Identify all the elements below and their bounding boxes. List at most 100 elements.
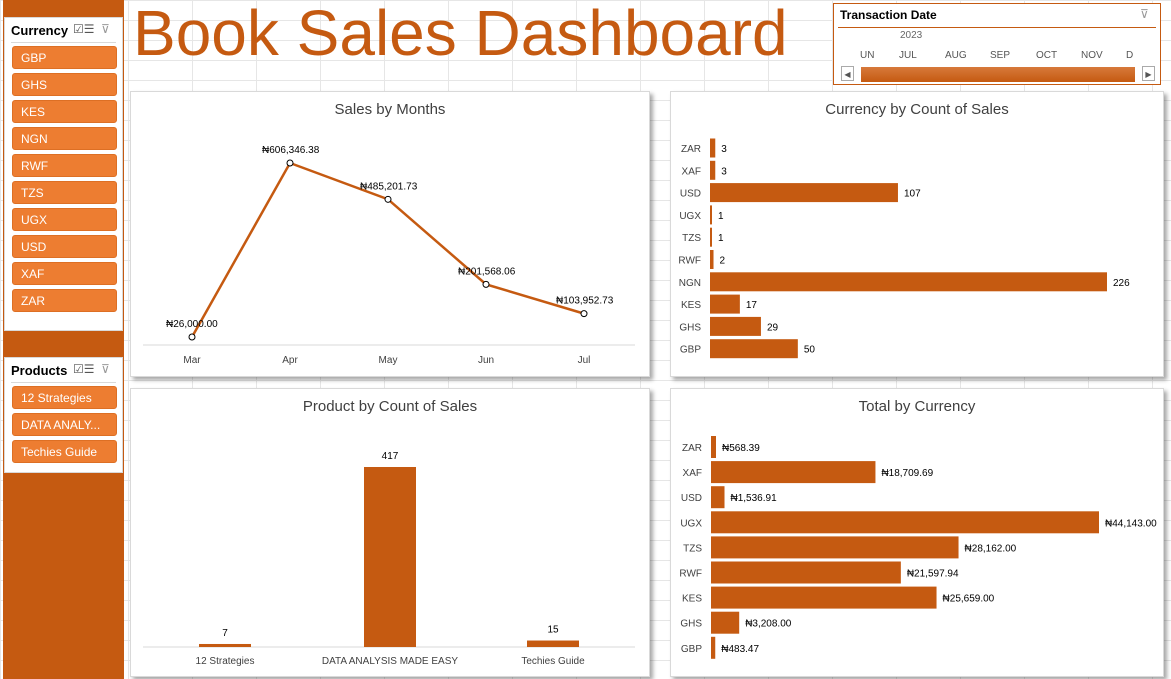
bar[interactable] — [199, 643, 251, 647]
y-tick-label: UGX — [680, 518, 702, 529]
multi-select-icon[interactable]: ☑☰ — [73, 22, 95, 36]
bar[interactable] — [711, 636, 716, 659]
slicer-button[interactable]: Techies Guide — [12, 440, 117, 463]
data-label: 417 — [382, 451, 399, 462]
bar[interactable] — [710, 138, 716, 158]
data-label: 1 — [718, 233, 724, 244]
slicer-button[interactable]: TZS — [12, 181, 117, 204]
y-tick-label: TZS — [682, 233, 701, 244]
bar[interactable] — [710, 272, 1107, 292]
bar[interactable] — [711, 611, 740, 634]
data-label: ₦25,659.00 — [943, 594, 995, 605]
timeline-month-label[interactable]: D — [1126, 50, 1133, 61]
bar[interactable] — [527, 640, 579, 647]
product-by-count-chart[interactable]: Product by Count of Sales 7 12 Strategies… — [130, 388, 650, 677]
x-tick-label: Apr — [282, 355, 298, 366]
data-label: ₦606,346.38 — [262, 145, 320, 156]
data-point[interactable] — [384, 195, 392, 203]
currency-slicer-title: Currency — [11, 23, 69, 38]
timeline-month-label[interactable]: OCT — [1036, 50, 1057, 61]
y-tick-label: GBP — [681, 644, 702, 655]
products-slicer-header: Products ☑☰ ⊽ — [11, 358, 116, 383]
bar[interactable] — [711, 461, 876, 484]
data-label: ₦44,143.00 — [1105, 518, 1157, 529]
bar[interactable] — [710, 183, 898, 203]
data-point[interactable] — [286, 159, 294, 167]
data-label: 7 — [222, 628, 228, 639]
timeline-month-label[interactable]: UN — [860, 50, 874, 61]
clear-filter-icon[interactable]: ⊽ — [101, 22, 117, 36]
bar[interactable] — [710, 250, 714, 269]
timeline-scroll-left-icon[interactable]: ◀ — [841, 66, 854, 81]
currency-by-count-chart[interactable]: Currency by Count of Sales ZAR 3 XAF 3 USD 10… — [670, 91, 1164, 377]
products-slicer-title: Products — [11, 363, 68, 378]
data-label: ₦568.39 — [722, 443, 760, 454]
products-slicer: Products ☑☰ ⊽ 12 Strategies DATA ANALY...… — [4, 357, 123, 473]
data-label: ₦26,000.00 — [166, 319, 218, 330]
y-tick-label: GHS — [680, 619, 702, 630]
slicer-button[interactable]: XAF — [12, 262, 117, 285]
x-tick-label: DATA ANALYSIS MADE EASY — [322, 656, 458, 667]
timeline-selection-bar[interactable] — [861, 67, 1135, 82]
bar[interactable] — [711, 586, 937, 609]
timeline-month-label[interactable]: JUL — [899, 50, 917, 61]
bar[interactable] — [710, 160, 716, 180]
data-label: ₦21,597.94 — [907, 569, 959, 580]
sales-by-months-chart[interactable]: Sales by Months ₦26,000.00 Mar ₦606,346.38… — [130, 91, 650, 377]
slicer-button[interactable]: NGN — [12, 127, 117, 150]
bar[interactable] — [710, 294, 740, 314]
clear-filter-icon[interactable]: ⊽ — [1140, 7, 1156, 21]
y-tick-label: USD — [680, 189, 701, 200]
slicer-button[interactable]: ZAR — [12, 289, 117, 312]
bar[interactable] — [364, 467, 416, 647]
timeline-scroll-right-icon[interactable]: ▶ — [1142, 66, 1155, 81]
data-label: ₦483.47 — [721, 644, 759, 655]
data-label: 29 — [767, 322, 779, 333]
x-tick-label: Jun — [478, 355, 494, 366]
data-point[interactable] — [580, 310, 588, 318]
clear-filter-icon[interactable]: ⊽ — [101, 362, 117, 376]
y-tick-label: ZAR — [682, 443, 702, 454]
bar[interactable] — [711, 486, 725, 509]
data-label: 17 — [746, 300, 758, 311]
slicer-button[interactable]: DATA ANALY... — [12, 413, 117, 436]
slicer-button[interactable]: GBP — [12, 46, 117, 69]
data-point[interactable] — [188, 333, 196, 341]
data-label: ₦103,952.73 — [556, 296, 614, 307]
dashboard-title: Book Sales Dashboard — [133, 0, 788, 69]
slicer-button[interactable]: UGX — [12, 208, 117, 231]
data-label: ₦1,536.91 — [731, 493, 778, 504]
y-tick-label: UGX — [679, 211, 701, 222]
bar[interactable] — [711, 436, 716, 458]
bar[interactable] — [710, 205, 712, 225]
y-tick-label: TZS — [683, 543, 702, 554]
data-label: ₦485,201.73 — [360, 181, 418, 192]
bar[interactable] — [710, 316, 761, 336]
multi-select-icon[interactable]: ☑☰ — [73, 362, 95, 376]
bar[interactable] — [710, 227, 712, 247]
currency-slicer-header: Currency ☑☰ ⊽ — [11, 18, 116, 43]
bar[interactable] — [711, 561, 901, 584]
slicer-button[interactable]: 12 Strategies — [12, 386, 117, 409]
timeline-month-label[interactable]: SEP — [990, 50, 1010, 61]
bar[interactable] — [711, 511, 1099, 534]
timeline-month-label[interactable]: NOV — [1081, 50, 1103, 61]
x-tick-label: May — [379, 355, 398, 366]
x-tick-label: Techies Guide — [521, 656, 585, 667]
y-tick-label: XAF — [682, 166, 701, 177]
bar[interactable] — [710, 339, 798, 359]
bar[interactable] — [711, 536, 959, 559]
slicer-button[interactable]: RWF — [12, 154, 117, 177]
data-label: 226 — [1113, 278, 1130, 289]
y-tick-label: RWF — [679, 569, 702, 580]
timeline-month-label[interactable]: AUG — [945, 50, 967, 61]
y-tick-label: NGN — [679, 278, 701, 289]
x-tick-label: Mar — [183, 355, 201, 366]
data-label: 50 — [804, 345, 816, 356]
slicer-button[interactable]: KES — [12, 100, 117, 123]
total-by-currency-chart[interactable]: Total by Currency ZAR ₦568.39 XAF ₦18,709.6… — [670, 388, 1164, 677]
y-tick-label: KES — [681, 300, 701, 311]
data-point[interactable] — [482, 280, 490, 288]
slicer-button[interactable]: GHS — [12, 73, 117, 96]
slicer-button[interactable]: USD — [12, 235, 117, 258]
